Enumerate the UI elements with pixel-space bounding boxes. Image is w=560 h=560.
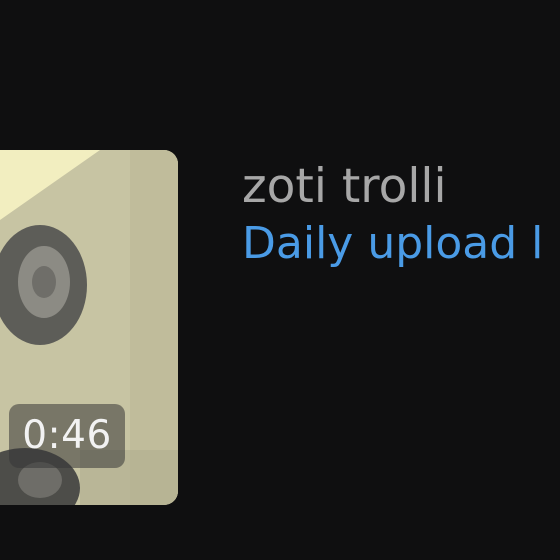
duration-badge: 0:46 [9,404,125,468]
video-list-row[interactable]: 0:46 zoti trolli Daily upload l [0,0,560,560]
video-thumbnail[interactable]: 0:46 [0,150,178,505]
channel-name[interactable]: zoti trolli [242,156,560,218]
video-info: zoti trolli Daily upload l [242,156,560,274]
video-title-link[interactable]: Daily upload l [242,214,560,274]
